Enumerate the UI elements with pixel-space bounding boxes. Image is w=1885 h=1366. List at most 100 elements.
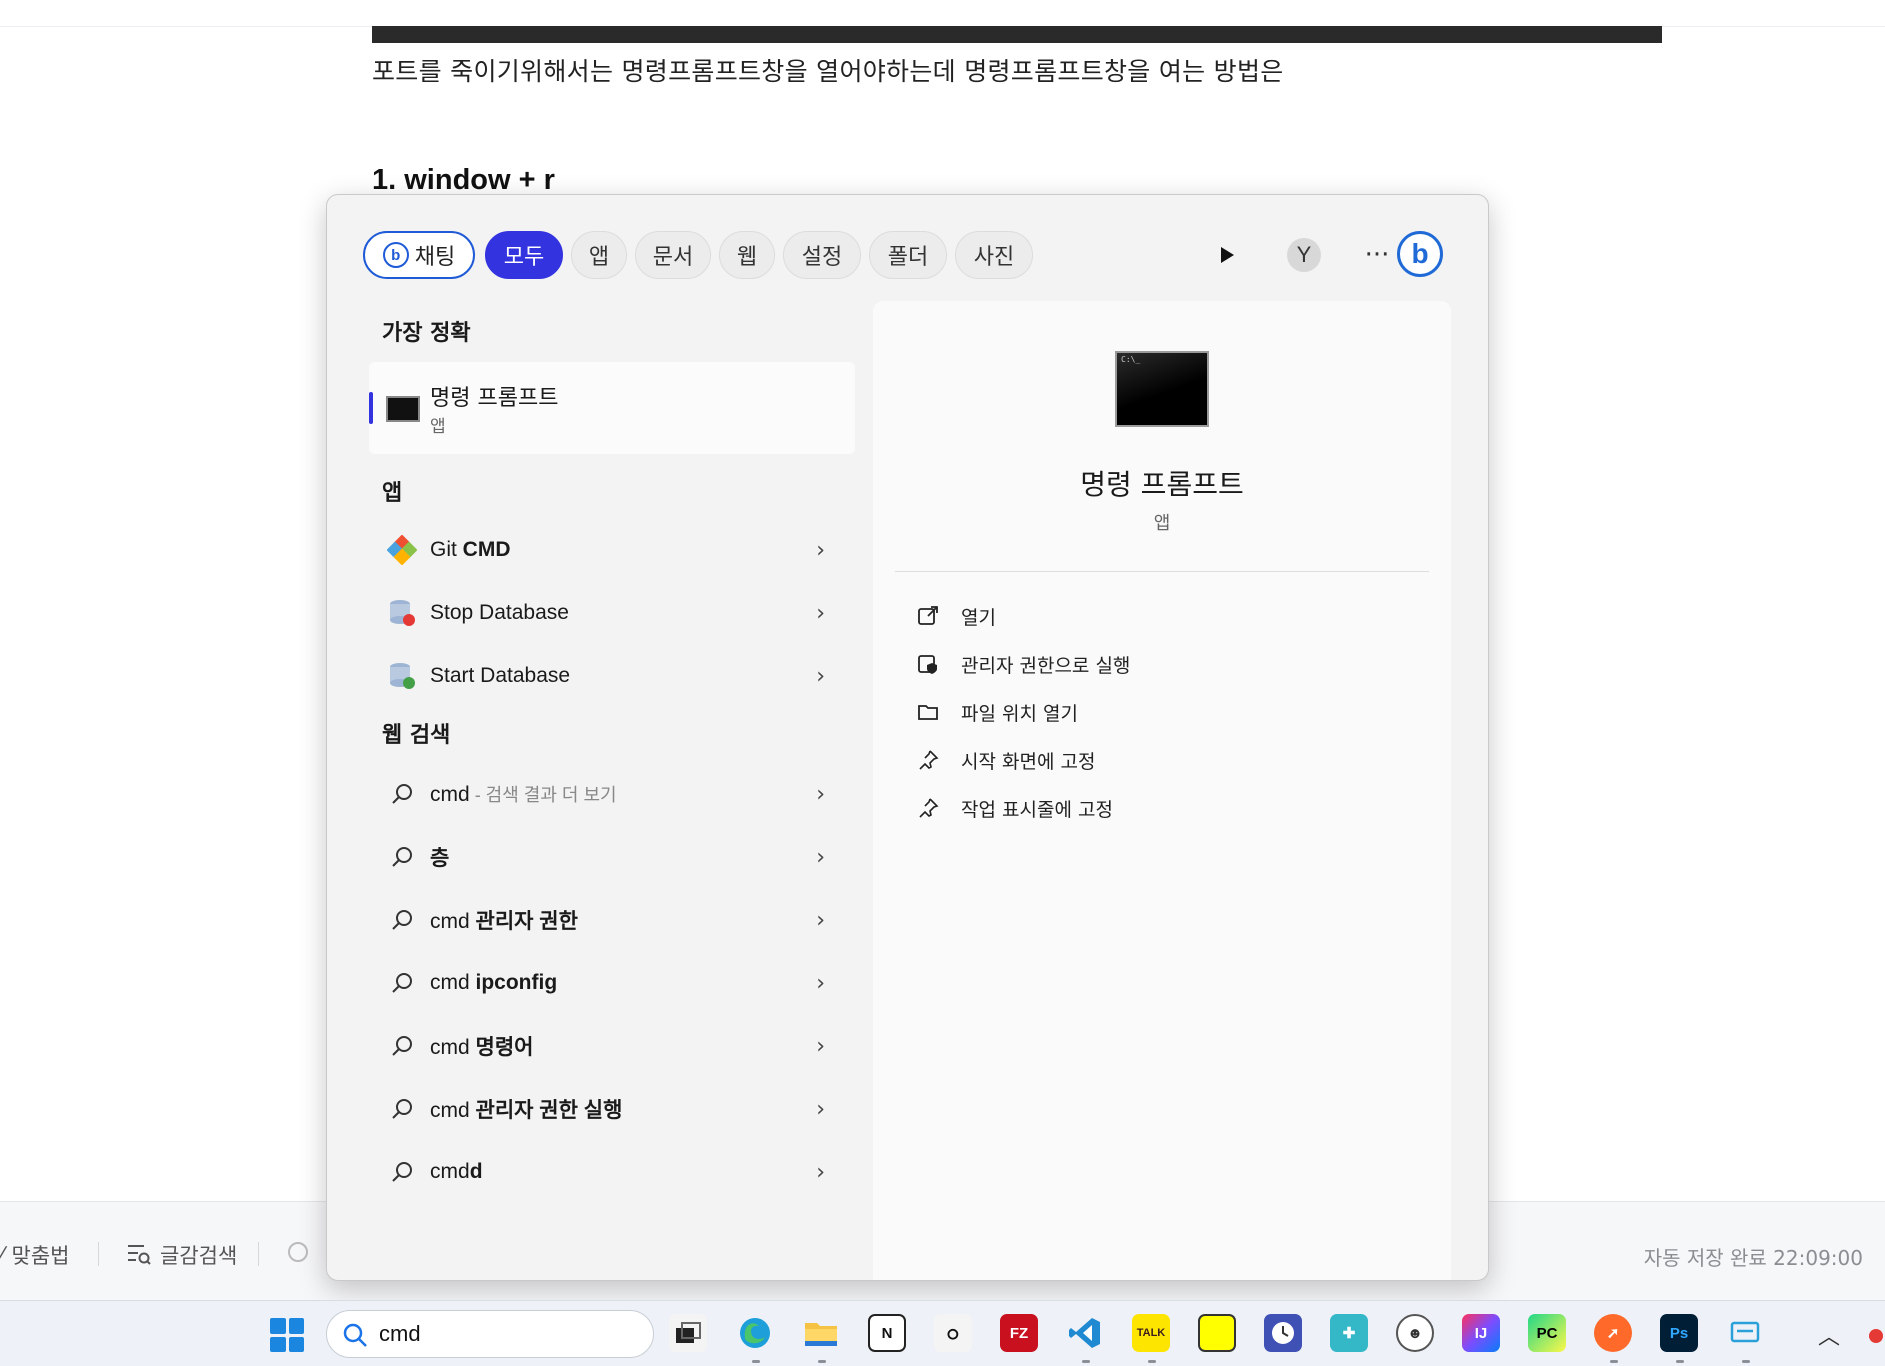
taskbar-search-box[interactable]	[326, 1310, 654, 1358]
search-icon	[387, 968, 417, 998]
web-result-label: cmd 관리자 권한 실행	[430, 1099, 623, 1122]
folder-icon	[915, 699, 941, 725]
windows-start-icon[interactable]	[270, 1318, 304, 1352]
edge-icon[interactable]	[736, 1314, 774, 1352]
chevron-up-icon[interactable]: ︿	[1818, 1319, 1840, 1351]
pycharm-icon[interactable]: PC	[1528, 1314, 1566, 1352]
best-match-item[interactable]: 명령 프롬프트 앱	[369, 362, 855, 454]
shield-icon	[915, 651, 941, 677]
running-indicator	[1148, 1360, 1156, 1363]
chevron-right-icon: ›	[816, 781, 825, 807]
tab-documents[interactable]: 문서	[635, 231, 711, 279]
action-open[interactable]: 열기	[915, 599, 996, 633]
app-result-start-database[interactable]: Start Database ›	[369, 647, 855, 705]
app-result-stop-database[interactable]: Stop Database ›	[369, 584, 855, 642]
action-open-file-location[interactable]: 파일 위치 열기	[915, 695, 1078, 729]
postman-icon[interactable]: ➚	[1594, 1314, 1632, 1352]
app-icon[interactable]: ☻	[1396, 1314, 1434, 1352]
tab-web[interactable]: 웹	[719, 231, 775, 279]
web-search-title: 웹 검색	[382, 723, 451, 748]
avatar[interactable]: Y	[1287, 238, 1321, 272]
chat-app-icon[interactable]: ဝ	[934, 1314, 972, 1352]
notion-icon[interactable]: N	[868, 1314, 906, 1352]
taskbar: N ဝ FZ TALK ✚ ☻ IJ PC ➚ Ps ︿	[0, 1300, 1885, 1366]
task-view-icon[interactable]	[669, 1314, 707, 1352]
web-result[interactable]: cmd 명령어 ›	[369, 1017, 855, 1075]
action-run-as-admin[interactable]: 관리자 권한으로 실행	[915, 647, 1130, 681]
check-icon: ⁄	[0, 1243, 4, 1267]
chevron-right-icon: ›	[816, 663, 825, 689]
command-prompt-large-icon: C:\_	[1115, 351, 1209, 427]
bing-icon[interactable]: b	[1397, 231, 1443, 277]
web-result[interactable]: cmd 관리자 권한 실행 ›	[369, 1080, 855, 1138]
chevron-right-icon: ›	[816, 844, 825, 870]
action-label: 관리자 권한으로 실행	[961, 654, 1131, 677]
running-indicator	[818, 1360, 826, 1363]
action-pin-to-taskbar[interactable]: 작업 표시줄에 고정	[915, 791, 1113, 825]
photoshop-icon[interactable]: Ps	[1660, 1314, 1698, 1352]
tab-all[interactable]: 모두	[485, 231, 563, 279]
comment-icon	[288, 1242, 308, 1262]
tab-apps[interactable]: 앱	[571, 231, 627, 279]
running-indicator	[1742, 1360, 1750, 1363]
spellcheck-label: 맞춤법	[11, 1244, 70, 1268]
web-result[interactable]: cmd 관리자 권한 ›	[369, 891, 855, 949]
char-search-button[interactable]: 글감검색	[126, 1240, 237, 1270]
running-indicator	[752, 1360, 760, 1363]
open-external-icon	[915, 603, 941, 629]
command-prompt-icon	[386, 396, 420, 422]
chevron-right-icon: ›	[816, 537, 825, 563]
play-icon[interactable]	[1207, 235, 1247, 275]
vscode-icon[interactable]	[1066, 1314, 1104, 1352]
action-label: 파일 위치 열기	[961, 702, 1078, 725]
puzzle-app-icon[interactable]: ✚	[1330, 1314, 1368, 1352]
search-icon	[343, 1323, 367, 1347]
running-indicator	[1082, 1360, 1090, 1363]
search-input[interactable]	[379, 1320, 629, 1348]
document-paragraph: 포트를 죽이기위해서는 명령프롬프트창을 열어야하는데 명령프롬프트창을 여는 …	[372, 57, 1284, 86]
web-result[interactable]: cmd - 검색 결과 더 보기 ›	[369, 765, 855, 823]
preview-pane: C:\_ 명령 프롬프트 앱 열기 관리자 권한으로 실행 파일 위치 열기 시…	[873, 301, 1451, 1280]
web-result[interactable]: 층 ›	[369, 828, 855, 886]
divider	[98, 1242, 99, 1266]
file-explorer-icon[interactable]	[802, 1314, 840, 1352]
preview-app-type: 앱	[1153, 513, 1171, 534]
autosave-status: 자동 저장 완료 22:09:00	[1643, 1246, 1863, 1270]
filezilla-icon[interactable]: FZ	[1000, 1314, 1038, 1352]
web-result[interactable]: cmd ipconfig ›	[369, 954, 855, 1012]
tab-chat[interactable]: b 채팅	[363, 231, 475, 279]
web-result-label: cmd ipconfig	[430, 971, 558, 994]
sticky-notes-icon[interactable]	[1198, 1314, 1236, 1352]
tab-folders[interactable]: 폴더	[869, 231, 947, 279]
web-result[interactable]: cmdd ›	[369, 1143, 855, 1201]
divider	[258, 1242, 259, 1266]
divider	[895, 571, 1429, 572]
action-pin-to-start[interactable]: 시작 화면에 고정	[915, 743, 1095, 777]
best-match-title: 가장 정확	[382, 321, 471, 346]
database-stop-icon	[387, 598, 417, 628]
clock-app-icon[interactable]	[1264, 1314, 1302, 1352]
search-icon	[387, 842, 417, 872]
network-alert-icon[interactable]	[1862, 1314, 1884, 1352]
remote-app-icon[interactable]	[1726, 1314, 1764, 1352]
action-label: 작업 표시줄에 고정	[961, 798, 1113, 821]
web-result-label: cmdd	[430, 1160, 483, 1183]
start-search-flyout: b 채팅 모두 앱 문서 웹 설정 폴더 사진 Y ··· b 가장 정확 명령…	[326, 194, 1489, 1281]
database-start-icon	[387, 661, 417, 691]
kakaotalk-icon[interactable]: TALK	[1132, 1314, 1170, 1352]
tab-chat-label: 채팅	[414, 245, 456, 270]
tab-settings[interactable]: 설정	[783, 231, 861, 279]
more-options-icon[interactable]: ···	[1357, 235, 1397, 275]
search-icon	[387, 779, 417, 809]
action-label: 열기	[961, 606, 996, 629]
pin-icon	[915, 747, 941, 773]
intellij-icon[interactable]: IJ	[1462, 1314, 1500, 1352]
spellcheck-button[interactable]: ⁄ 맞춤법	[0, 1240, 69, 1270]
comment-button[interactable]	[286, 1240, 310, 1264]
running-indicator	[1610, 1360, 1618, 1363]
git-icon	[387, 535, 417, 565]
app-result-git-cmd[interactable]: Git CMD ›	[369, 521, 855, 579]
tab-photos[interactable]: 사진	[955, 231, 1033, 279]
char-search-label: 글감검색	[160, 1244, 238, 1268]
chevron-right-icon: ›	[816, 1033, 825, 1059]
